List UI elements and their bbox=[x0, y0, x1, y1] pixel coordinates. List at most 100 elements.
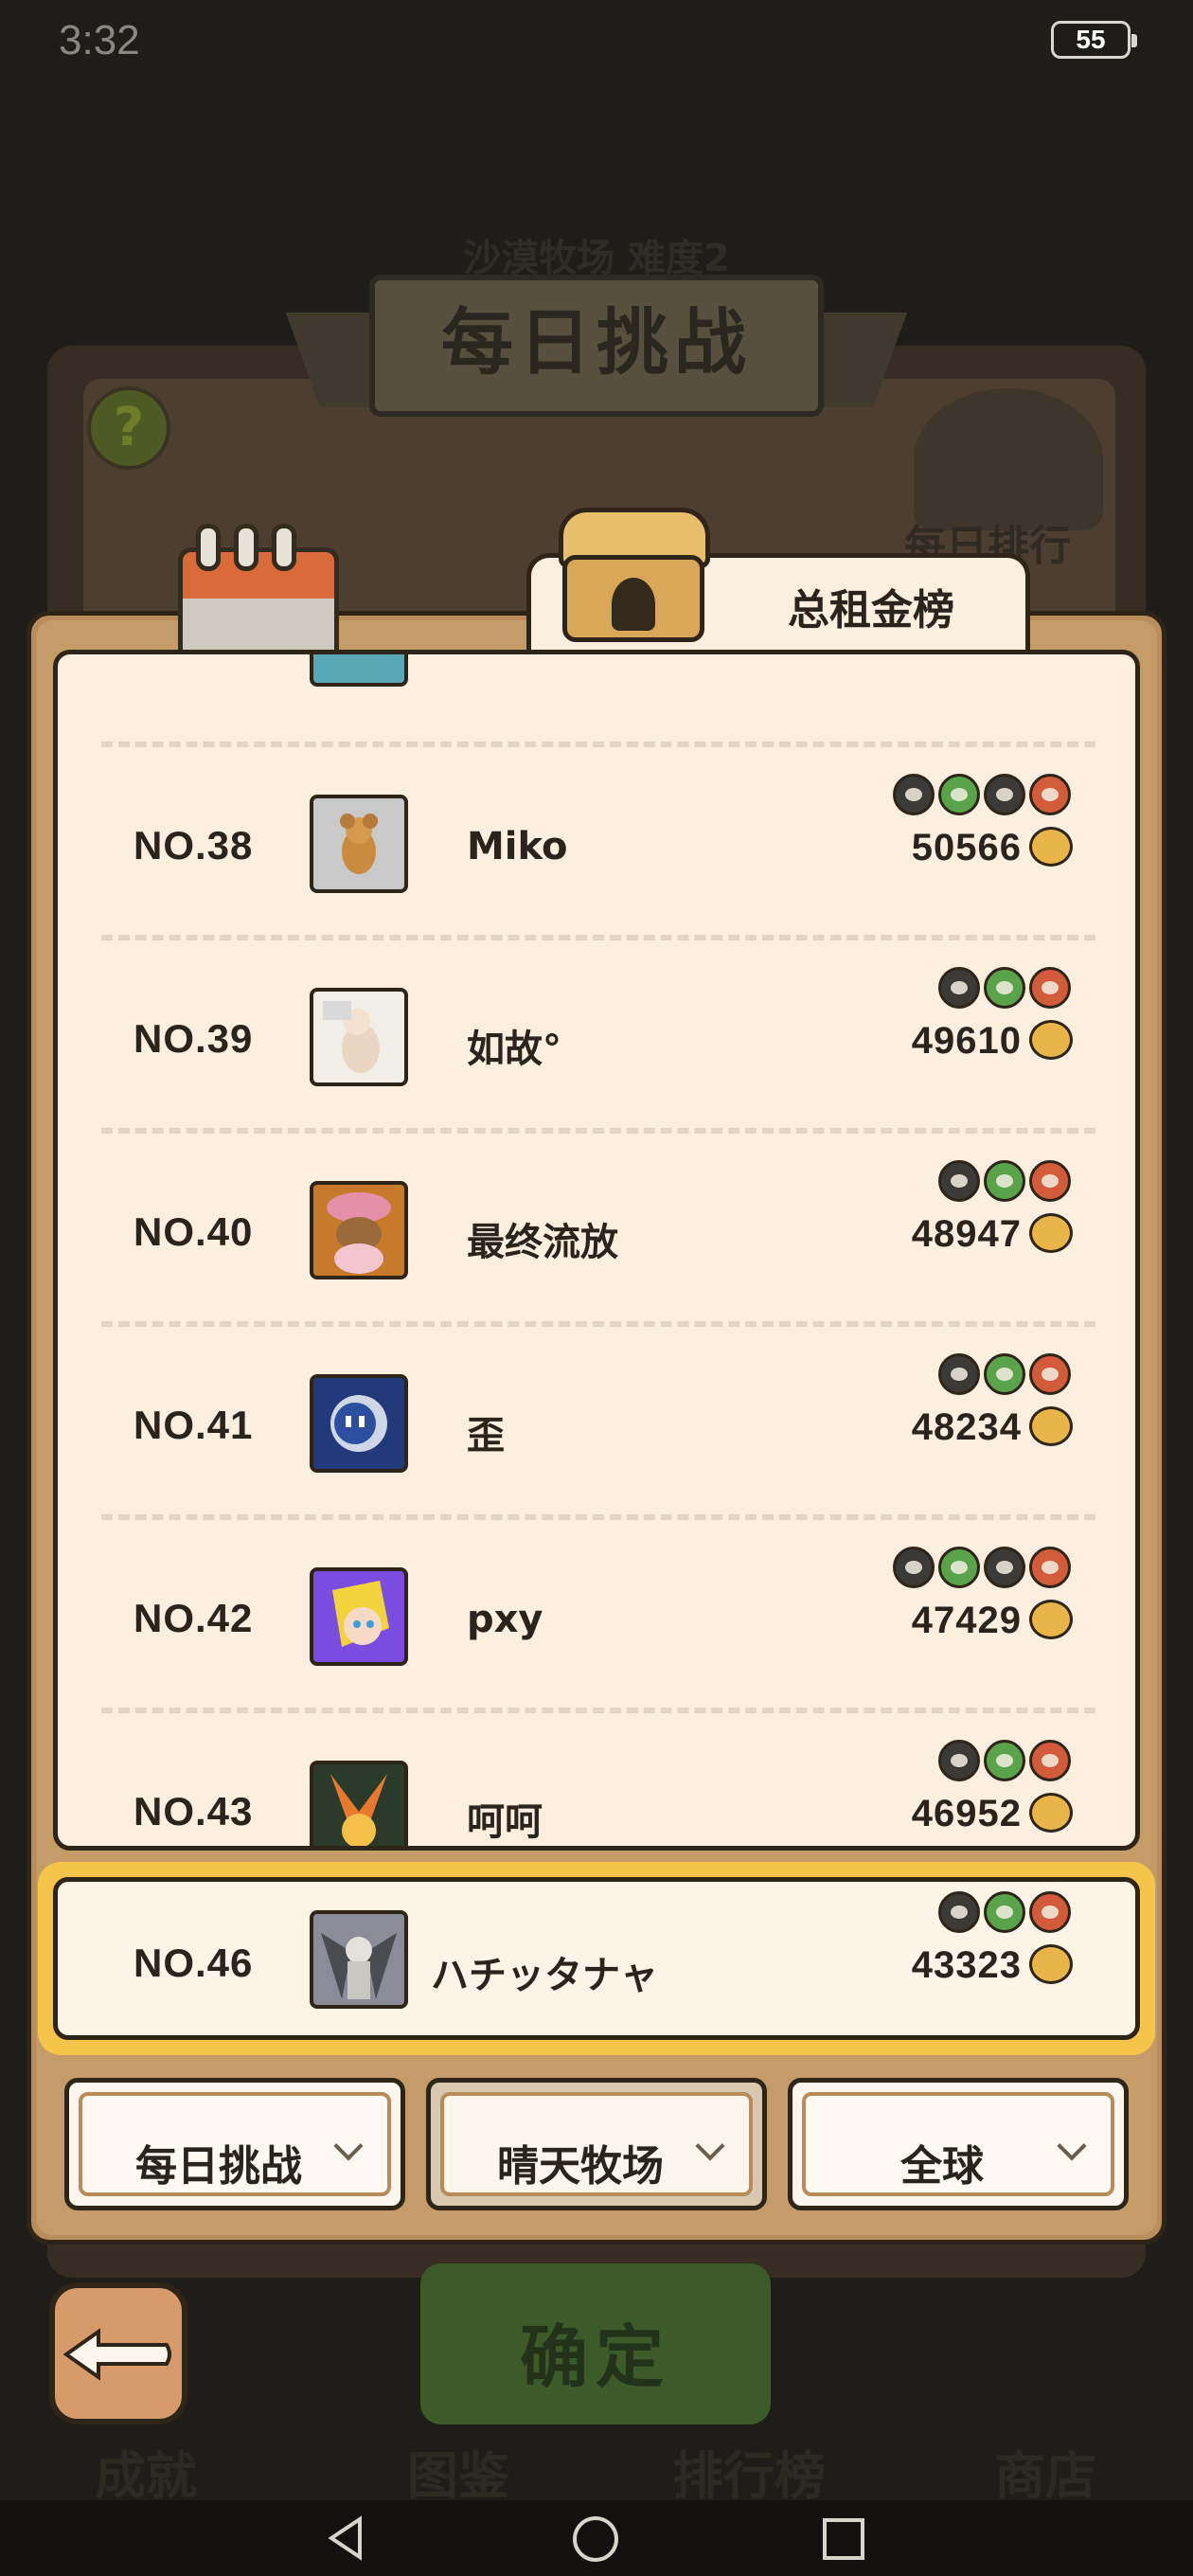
region-dropdown[interactable]: 全球 bbox=[788, 2078, 1129, 2210]
player-name: 歪 bbox=[467, 1414, 505, 1458]
penguin-icon bbox=[938, 1160, 980, 1202]
pet-icons bbox=[938, 1160, 1071, 1202]
table-row[interactable]: NO.43 呵呵 46952 bbox=[58, 1713, 1135, 1846]
avatar bbox=[310, 1374, 408, 1473]
frog-icon bbox=[984, 1353, 1025, 1395]
paw-icon bbox=[1029, 1406, 1073, 1446]
fox-icon bbox=[1029, 1891, 1071, 1933]
rank-label: NO.38 bbox=[134, 823, 254, 868]
frog-icon bbox=[984, 1891, 1025, 1933]
rank-label: NO.43 bbox=[134, 1789, 254, 1834]
calendar-ring bbox=[196, 524, 221, 571]
pet-icons bbox=[938, 1891, 1071, 1933]
player-name: ハチッタナャ bbox=[431, 1954, 658, 1997]
encyclopedia-tab[interactable]: 图鉴 bbox=[407, 2434, 509, 2509]
screen: 3:32 55 沙漠牧场 难度2 每日挑战 ? 每日排行 总租金榜 NO.38 … bbox=[0, 0, 1193, 2576]
rank-label: NO.46 bbox=[134, 1941, 254, 1985]
leaderboard-list[interactable]: NO.38 Miko 50566 NO.39 如故° 49610 NO.40 最… bbox=[53, 650, 1140, 1851]
lock-icon bbox=[612, 578, 655, 631]
page-title: 每日挑战 bbox=[441, 300, 752, 385]
paw-icon bbox=[1029, 1600, 1073, 1639]
table-row[interactable]: NO.42 pxy 47429 bbox=[58, 1520, 1135, 1713]
status-time: 3:32 bbox=[59, 17, 140, 63]
paw-icon bbox=[1029, 827, 1073, 867]
rank-label: NO.42 bbox=[134, 1596, 254, 1640]
scroll-icon bbox=[914, 388, 1103, 530]
dropdown-face: 每日挑战 bbox=[79, 2092, 391, 2196]
avatar bbox=[310, 1910, 408, 2009]
confirm-label: 确定 bbox=[519, 2317, 671, 2397]
player-name: pxy bbox=[467, 1598, 543, 1641]
battery-indicator: 55 bbox=[1051, 21, 1137, 59]
avatar bbox=[310, 1567, 408, 1666]
fox-icon bbox=[1029, 774, 1071, 815]
pet-icons bbox=[938, 967, 1071, 1009]
penguin-icon bbox=[938, 1740, 980, 1781]
table-row[interactable]: NO.40 最终流放 48947 bbox=[58, 1134, 1135, 1327]
rank-label: NO.41 bbox=[134, 1403, 254, 1447]
map-dropdown[interactable]: 晴天牧场 bbox=[426, 2078, 767, 2210]
paw-icon bbox=[1029, 1213, 1073, 1253]
nav-home-icon[interactable] bbox=[570, 2513, 621, 2565]
avatar bbox=[310, 795, 408, 893]
nav-recents-icon[interactable] bbox=[820, 2515, 867, 2563]
paw-icon bbox=[1029, 1944, 1073, 1984]
penguin-icon bbox=[893, 1547, 935, 1588]
frog-icon bbox=[938, 774, 980, 815]
paw-icon bbox=[1029, 1020, 1073, 1060]
penguin-icon bbox=[938, 1891, 980, 1933]
penguin-icon bbox=[938, 967, 980, 1009]
frog-icon bbox=[984, 1160, 1025, 1202]
dropdown-face: 全球 bbox=[802, 2092, 1114, 2196]
own-rank-card[interactable]: NO.46 ハチッタナャ 43323 bbox=[53, 1877, 1140, 2040]
avatar bbox=[310, 1761, 408, 1846]
dropdown-face: 晴天牧场 bbox=[440, 2092, 753, 2196]
back-arrow-icon bbox=[62, 2328, 171, 2381]
pet-icons bbox=[893, 1547, 1071, 1588]
pet-icons bbox=[893, 774, 1071, 815]
table-row[interactable]: NO.39 如故° 49610 bbox=[58, 940, 1135, 1134]
help-icon[interactable]: ? bbox=[87, 386, 170, 470]
pet-icons bbox=[938, 1353, 1071, 1395]
calendar-ring bbox=[272, 524, 296, 571]
penguin-icon bbox=[938, 1353, 980, 1395]
player-name: 如故° bbox=[467, 1028, 561, 1071]
leaderboard-tab[interactable]: 排行榜 bbox=[672, 2434, 826, 2509]
avatar bbox=[310, 654, 408, 687]
shop-tab[interactable]: 商店 bbox=[994, 2434, 1096, 2509]
fox-icon bbox=[1029, 967, 1071, 1009]
score-value: 43323 bbox=[911, 1944, 1022, 1986]
avatar bbox=[310, 1181, 408, 1279]
penguin-icon bbox=[984, 1547, 1025, 1588]
penguin-icon bbox=[893, 774, 935, 815]
frog-icon bbox=[938, 1547, 980, 1588]
calendar-ring bbox=[234, 524, 258, 571]
avatar bbox=[310, 988, 408, 1086]
fox-icon bbox=[1029, 1353, 1071, 1395]
achievements-tab[interactable]: 成就 bbox=[95, 2434, 197, 2509]
tab-label: 总租金榜 bbox=[788, 586, 954, 635]
score-value: 47429 bbox=[911, 1600, 1022, 1641]
player-name: 最终流放 bbox=[467, 1221, 618, 1264]
player-name: 呵呵 bbox=[467, 1800, 543, 1844]
score-value: 46952 bbox=[911, 1793, 1022, 1834]
score-value: 48234 bbox=[911, 1406, 1022, 1448]
table-row[interactable]: NO.38 Miko 50566 bbox=[58, 747, 1135, 940]
score-value: 49610 bbox=[911, 1020, 1022, 1062]
fox-icon bbox=[1029, 1740, 1071, 1781]
mode-dropdown[interactable]: 每日挑战 bbox=[64, 2078, 405, 2210]
penguin-icon bbox=[984, 774, 1025, 815]
score-value: 48947 bbox=[911, 1213, 1022, 1255]
fox-icon bbox=[1029, 1160, 1071, 1202]
rank-label: NO.39 bbox=[134, 1016, 254, 1061]
fox-icon bbox=[1029, 1547, 1071, 1588]
paw-icon bbox=[1029, 1793, 1073, 1833]
pet-icons bbox=[938, 1740, 1071, 1781]
player-name: Miko bbox=[467, 825, 568, 868]
nav-back-icon[interactable] bbox=[322, 2513, 371, 2563]
score-value: 50566 bbox=[911, 827, 1022, 868]
table-row[interactable]: NO.41 歪 48234 bbox=[58, 1327, 1135, 1520]
rank-label: NO.40 bbox=[134, 1209, 254, 1254]
frog-icon bbox=[984, 967, 1025, 1009]
system-nav-bar bbox=[0, 2500, 1193, 2576]
